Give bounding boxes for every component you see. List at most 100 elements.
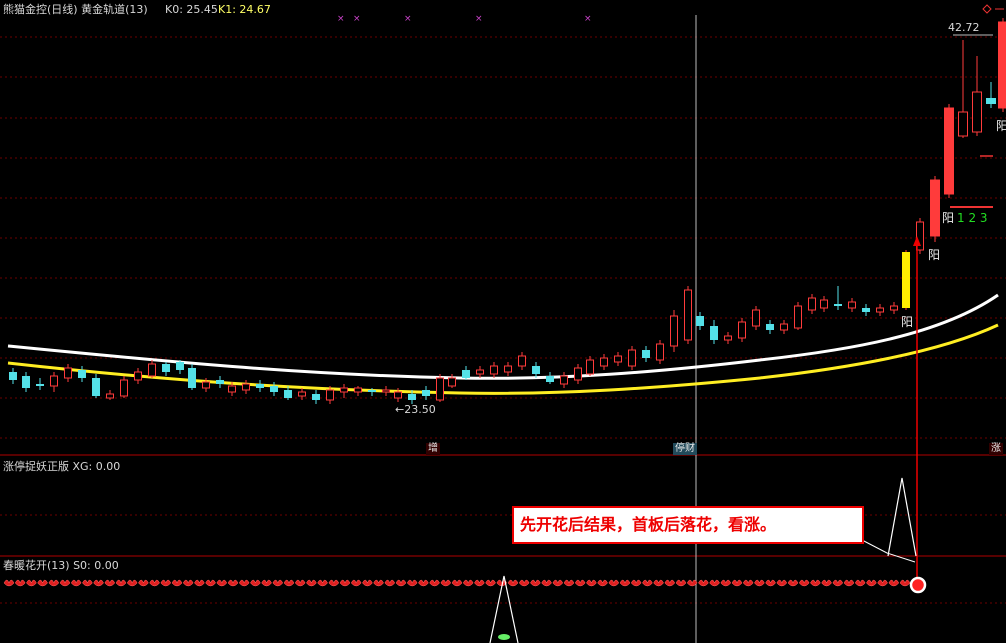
candle-body xyxy=(148,363,156,377)
flower-icon xyxy=(798,579,810,587)
tag-tingcai[interactable]: 停财 xyxy=(673,443,697,455)
candle-body xyxy=(834,304,842,306)
candle-body xyxy=(710,326,718,340)
candle-body xyxy=(394,391,402,399)
candle-body xyxy=(242,383,250,391)
flower-icon xyxy=(171,579,183,587)
flower-icon xyxy=(888,579,900,587)
tag-zhang[interactable]: 涨 xyxy=(989,443,1003,455)
flower-icon xyxy=(608,579,620,587)
flower-icon xyxy=(810,579,821,587)
candle-body xyxy=(752,309,760,327)
candle-body xyxy=(848,301,856,309)
flower-icon xyxy=(776,579,788,587)
flower-icon xyxy=(317,579,328,587)
flower-icon xyxy=(518,579,530,587)
candle-body xyxy=(448,377,456,387)
flower-icon xyxy=(283,579,295,587)
flower-icon xyxy=(294,579,306,587)
yang-label: 阳 xyxy=(996,119,1006,133)
candle-body xyxy=(628,349,636,367)
flower-icon xyxy=(160,579,172,587)
flower-icon xyxy=(731,579,743,587)
candle-body xyxy=(794,305,802,329)
candle-body xyxy=(228,385,236,393)
flower-icon xyxy=(250,579,261,587)
flower-icon xyxy=(384,579,396,587)
chart-title: 熊猫金控(日线) 黄金轨道(13) xyxy=(3,3,148,16)
flower-icon xyxy=(149,579,160,587)
flower-icon xyxy=(406,579,418,587)
flower-icon xyxy=(440,579,452,587)
candle-body xyxy=(188,368,196,388)
candle-body xyxy=(202,381,210,389)
flower-icon xyxy=(709,579,720,587)
flower-icon xyxy=(373,579,384,587)
candle-body xyxy=(600,357,608,367)
candle-body xyxy=(890,305,898,311)
flower-icon xyxy=(877,579,888,587)
candle-body xyxy=(876,307,884,313)
pane3-label: 春暖花开(13) S0: 0.00 xyxy=(3,559,119,572)
candle-body xyxy=(546,376,554,382)
candle-body xyxy=(162,364,170,372)
candle-body xyxy=(902,252,910,308)
flower-icon xyxy=(742,579,754,587)
candle-body xyxy=(462,370,470,378)
flower-icon xyxy=(552,579,564,587)
flower-icon xyxy=(843,579,855,587)
flower-icon xyxy=(821,579,832,587)
candle-body xyxy=(986,98,996,104)
candle-body xyxy=(586,359,594,375)
diamond-icon[interactable] xyxy=(982,4,992,14)
flower-icon xyxy=(574,579,586,587)
signal-markers-top: × × × × × xyxy=(337,14,592,24)
candle-body xyxy=(106,393,114,399)
flower-icon xyxy=(395,579,407,587)
flower-icon xyxy=(82,579,93,587)
candle-body xyxy=(656,343,664,361)
flower-icon xyxy=(328,579,340,587)
candle-body xyxy=(574,367,582,381)
end-circle-marker xyxy=(909,576,927,594)
flower-icon xyxy=(619,579,631,587)
flower-icon xyxy=(48,579,60,587)
candle-body xyxy=(972,91,982,133)
signal-marker: × xyxy=(584,14,592,24)
candle-body xyxy=(92,378,100,396)
candle-body xyxy=(134,371,142,381)
flower-icon xyxy=(507,579,519,587)
candle-body xyxy=(22,376,30,388)
candle-body xyxy=(340,387,348,393)
candle-body xyxy=(958,111,968,137)
yang-label: 阳 xyxy=(942,211,955,225)
flower-icon xyxy=(653,579,664,587)
candle-body xyxy=(64,367,72,379)
candle-body xyxy=(408,394,416,400)
candle-body xyxy=(50,375,58,387)
candle-body xyxy=(382,389,390,393)
candle-body xyxy=(176,362,184,370)
flower-icon xyxy=(630,579,642,587)
flower-icon xyxy=(698,579,709,587)
flower-icon xyxy=(37,579,48,587)
signal-marker: × xyxy=(404,14,412,24)
candle-body xyxy=(298,391,306,397)
flower-icon xyxy=(787,579,799,587)
flower-icon xyxy=(350,579,362,587)
flower-icon xyxy=(854,579,866,587)
candle-body xyxy=(738,321,746,339)
flower-icon xyxy=(362,579,373,587)
flower-icon xyxy=(70,579,82,587)
tag-zeng[interactable]: 增 xyxy=(426,443,440,455)
candle-body xyxy=(326,389,334,401)
pane2-label: 涨停捉妖正版 XG: 0.00 xyxy=(3,460,121,473)
candle-body xyxy=(9,372,17,380)
main-chart-svg[interactable]: × × × × × xyxy=(0,0,1006,643)
flower-icon xyxy=(272,579,284,587)
flower-icon xyxy=(194,579,205,587)
high-price-label: 42.72 xyxy=(948,21,980,34)
candle-body xyxy=(808,297,816,311)
candle-body xyxy=(518,355,526,367)
candle-body xyxy=(684,289,692,341)
